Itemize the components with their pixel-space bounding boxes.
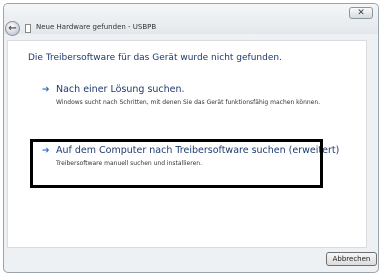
cancel-button[interactable]: Abbrechen	[326, 252, 377, 266]
option-description: Windows sucht nach Schritten, mit denen …	[56, 99, 321, 106]
arrow-icon: ➔	[42, 85, 50, 95]
back-button[interactable]: ←	[5, 21, 20, 36]
main-heading: Die Treibersoftware für das Gerät wurde …	[28, 53, 282, 63]
window-title: Neue Hardware gefunden - USBPB	[36, 23, 157, 31]
option-title[interactable]: Nach einer Lösung suchen.	[56, 84, 185, 95]
hardware-icon	[25, 24, 31, 33]
highlight-box	[30, 139, 323, 188]
close-button[interactable]: ✕	[349, 7, 373, 19]
option-search-solution[interactable]: ➔ Nach einer Lösung suchen. Windows such…	[30, 80, 330, 122]
